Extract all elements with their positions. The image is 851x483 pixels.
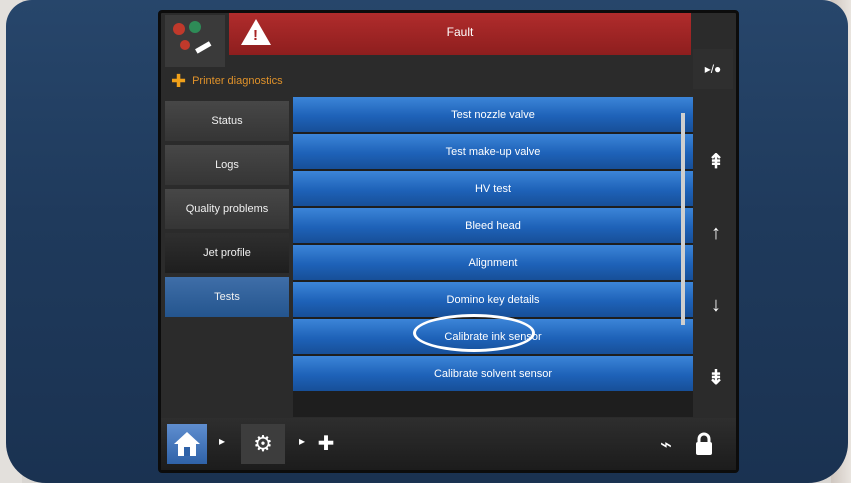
section-title-label: Printer diagnostics (192, 75, 283, 87)
sidebar-item-jet-profile[interactable]: Jet profile (165, 233, 289, 273)
home-button[interactable] (167, 424, 207, 464)
list-item-hv-test[interactable]: HV test (293, 171, 693, 206)
scroll-down-button[interactable]: ↓ (699, 285, 733, 325)
highlight-oval (413, 314, 535, 352)
diagnostics-cross-icon: ✚ (171, 71, 187, 91)
home-icon (174, 432, 200, 456)
breadcrumb-separator: ▸ (299, 434, 306, 448)
sidebar-item-quality-problems[interactable]: Quality problems (165, 189, 289, 229)
tests-list: Test nozzle valve Test make-up valve HV … (293, 97, 693, 417)
printer-status-icon[interactable] (165, 15, 225, 67)
list-item-calibrate-solvent-sensor[interactable]: Calibrate solvent sensor (293, 356, 693, 391)
list-item-test-nozzle-valve[interactable]: Test nozzle valve (293, 97, 693, 132)
sidebar: Status Logs Quality problems Jet profile… (165, 101, 289, 321)
scroll-bottom-button[interactable]: ⇟ (699, 357, 733, 397)
pulse-icon[interactable]: ⌁ (651, 426, 681, 462)
list-item-alignment[interactable]: Alignment (293, 245, 693, 280)
diagnostics-icon[interactable]: ✚ (313, 428, 339, 458)
sidebar-item-tests[interactable]: Tests (165, 277, 289, 317)
gear-icon[interactable]: ⚙ (241, 424, 285, 464)
scroll-up-button[interactable]: ↑ (699, 213, 733, 253)
sidebar-item-status[interactable]: Status (165, 101, 289, 141)
list-scrollbar[interactable] (681, 113, 685, 325)
fault-label: Fault (446, 25, 474, 39)
section-title: ✚ Printer diagnostics (171, 71, 283, 91)
scroll-nav: ⇞ ↑ ↓ ⇟ (699, 141, 733, 429)
fault-banner[interactable]: Fault (229, 13, 691, 55)
start-stop-button[interactable]: ▸/● (693, 49, 733, 89)
scroll-top-button[interactable]: ⇞ (699, 141, 733, 181)
list-item-domino-key-details[interactable]: Domino key details (293, 282, 693, 317)
touch-screen: Fault ▸/● ✚ Printer diagnostics Status L… (158, 10, 739, 473)
breadcrumb-separator: ▸ (219, 434, 226, 448)
list-item-test-make-up-valve[interactable]: Test make-up valve (293, 134, 693, 169)
sidebar-item-logs[interactable]: Logs (165, 145, 289, 185)
lock-icon[interactable] (689, 426, 719, 462)
list-item-bleed-head[interactable]: Bleed head (293, 208, 693, 243)
list-item-calibrate-ink-sensor[interactable]: Calibrate ink sensor (293, 314, 693, 354)
bottom-nav-bar: ▸ ⚙ ▸ ✚ ⌁ (161, 418, 736, 470)
